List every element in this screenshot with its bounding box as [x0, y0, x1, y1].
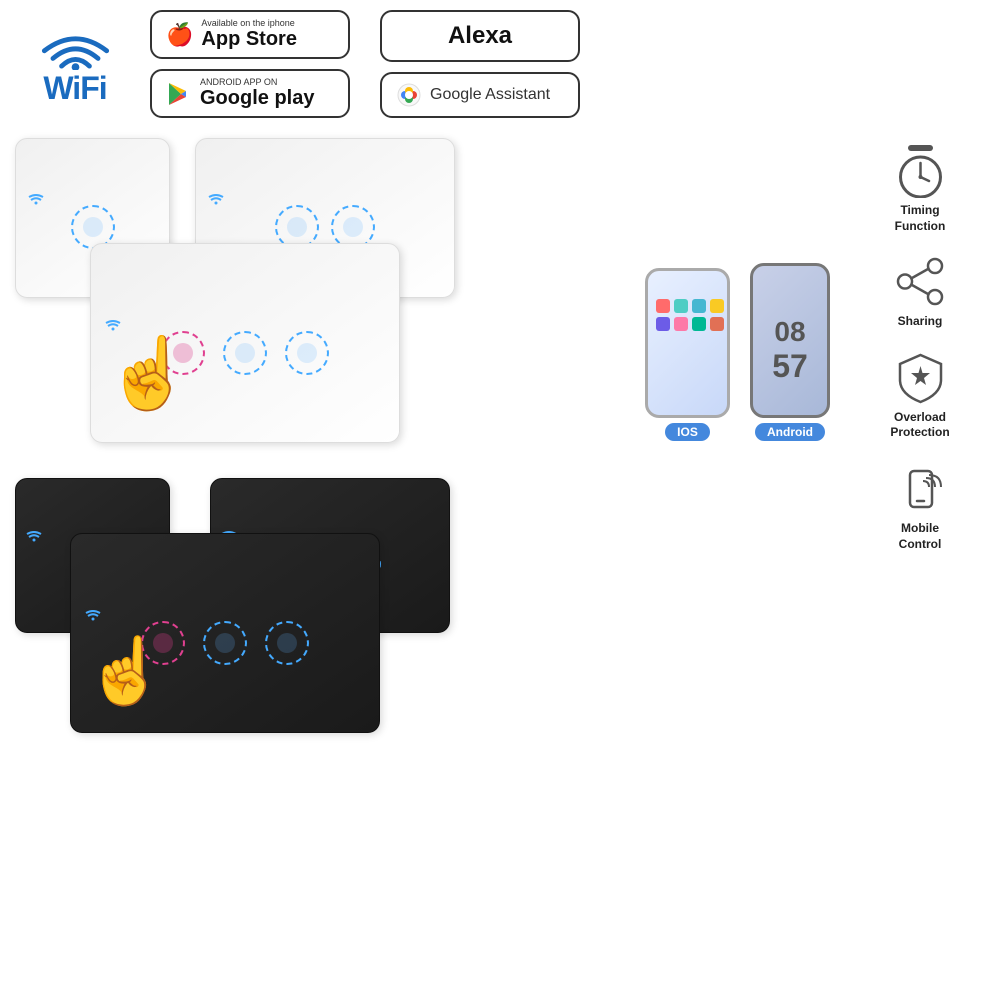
appstore-small-text: Available on the iphone — [201, 18, 297, 28]
google-assistant-label: Google Assistant — [430, 86, 550, 104]
android-phone: 0857 — [750, 263, 830, 418]
android-label: Android — [755, 423, 825, 441]
ios-phone-wrapper: IOS — [645, 268, 730, 441]
feature-timing: TimingFunction — [850, 143, 990, 234]
wifi-small-icon — [85, 609, 101, 621]
hand-pointer-black: ☝️ — [85, 633, 166, 709]
touch-button[interactable] — [331, 205, 375, 249]
timing-icon — [890, 143, 950, 198]
share-icon — [893, 254, 948, 309]
sharing-label: Sharing — [898, 314, 943, 330]
header-section: WiFi 🍎 Available on the iphone App Store… — [0, 0, 1000, 128]
feature-mobile: MobileControl — [850, 461, 990, 552]
wifi-label: WiFi — [43, 70, 106, 107]
feature-sharing: Sharing — [850, 254, 990, 330]
app-badges: 🍎 Available on the iphone App Store ANDR… — [150, 10, 350, 118]
google-assistant-badge[interactable]: Google Assistant — [380, 72, 580, 118]
clock-icon — [893, 143, 948, 198]
black-switches-section: ☝️ — [10, 473, 840, 783]
google-play-badge[interactable]: ANDROID APP ON Google play — [150, 69, 350, 118]
alexa-label: Alexa — [448, 22, 512, 49]
wifi-small-icon — [105, 319, 121, 331]
switches-area: ☝️ — [10, 133, 840, 783]
wifi-small-icon — [26, 530, 42, 542]
touch-button[interactable] — [275, 205, 319, 249]
google-play-icon — [166, 81, 192, 107]
apple-icon: 🍎 — [166, 22, 193, 48]
appstore-large-text: App Store — [201, 28, 297, 51]
sharing-icon — [890, 254, 950, 309]
touch-button[interactable] — [223, 331, 267, 375]
mobile-control-icon — [893, 461, 948, 516]
google-assistant-icon — [396, 82, 422, 108]
timing-label: TimingFunction — [895, 203, 946, 234]
hand-pointer-white: ☝️ — [105, 333, 192, 415]
wifi-small-icon — [28, 193, 44, 205]
touch-button[interactable] — [285, 331, 329, 375]
wifi-small-icon — [208, 193, 224, 205]
overload-icon — [890, 350, 950, 405]
phones-section: IOS 0857 Android — [645, 263, 830, 441]
appstore-badge[interactable]: 🍎 Available on the iphone App Store — [150, 10, 350, 59]
shield-star-icon — [893, 350, 948, 405]
touch-button[interactable] — [265, 621, 309, 665]
android-phone-wrapper: 0857 Android — [750, 263, 830, 441]
ios-phone — [645, 268, 730, 418]
touch-button[interactable] — [203, 621, 247, 665]
google-play-large-text: Google play — [200, 87, 314, 110]
touch-button[interactable] — [71, 205, 115, 249]
overload-label: OverloadProtection — [890, 410, 949, 441]
voice-assistant-badges: Alexa Google Assistant — [380, 10, 580, 118]
main-area: ☝️ — [0, 128, 1000, 788]
feature-overload: OverloadProtection — [850, 350, 990, 441]
wifi-arcs-icon — [38, 22, 113, 70]
wifi-logo: WiFi — [20, 22, 130, 107]
ios-label: IOS — [665, 423, 710, 441]
mobile-label: MobileControl — [899, 521, 942, 552]
features-column: TimingFunction Sharing — [850, 133, 990, 783]
alexa-badge[interactable]: Alexa — [380, 10, 580, 62]
mobile-icon — [890, 461, 950, 516]
google-play-small-text: ANDROID APP ON — [200, 77, 314, 87]
